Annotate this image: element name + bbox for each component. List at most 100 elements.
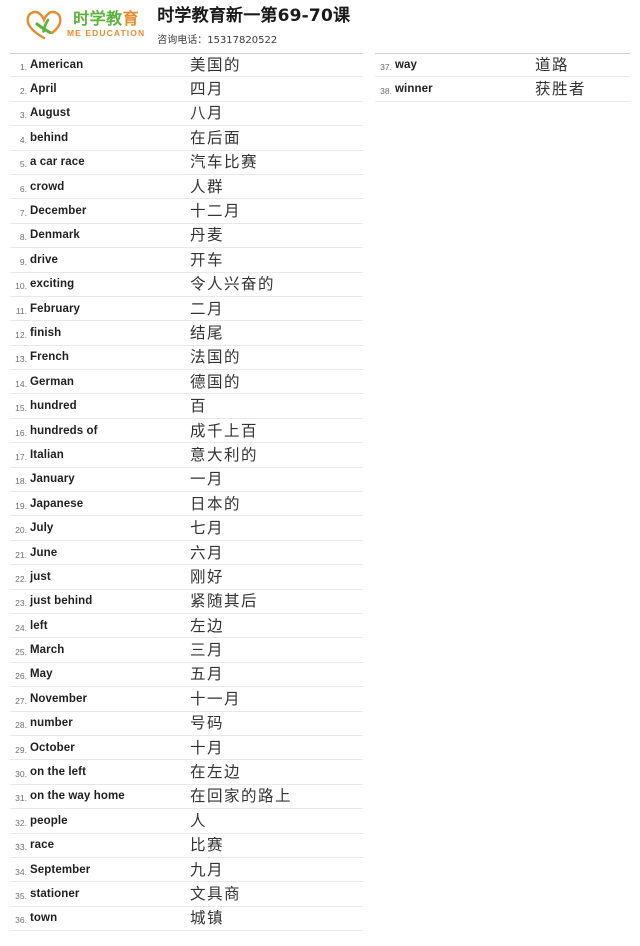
- vocabulary-term-english: winner: [395, 83, 433, 96]
- brand-logo-cn-green: 时学教: [73, 8, 123, 28]
- vocabulary-term-chinese: 令人兴奋的: [190, 275, 276, 294]
- vocabulary-term-chinese: 五月: [190, 665, 225, 684]
- vocabulary-term-chinese: 法国的: [190, 348, 242, 367]
- vocabulary-term-chinese: 结尾: [190, 323, 225, 342]
- vocabulary-term-english: exciting: [30, 278, 75, 291]
- vocabulary-row: 11. February 二月: [10, 297, 363, 322]
- vocabulary-row: 25. March 三月: [10, 638, 363, 663]
- vocabulary-row: 1. American 美国的: [10, 53, 363, 78]
- vocabulary-term-english: May: [30, 668, 53, 681]
- vocabulary-term-english: Italian: [30, 448, 64, 461]
- vocabulary-term-english: race: [30, 839, 55, 852]
- vocabulary-row: 23. just behind 紧随其后: [10, 590, 363, 614]
- vocabulary-term-chinese: 在后面: [190, 128, 242, 147]
- vocabulary-term-chinese: 十二月: [190, 202, 242, 221]
- vocabulary-term-english: left: [30, 619, 48, 632]
- vocabulary-row-number: 27.: [15, 695, 27, 706]
- vocabulary-term-english: French: [30, 351, 69, 364]
- vocabulary-term-chinese: 成千上百: [190, 421, 259, 440]
- vocabulary-row: 38. winner 获胜者: [375, 77, 630, 102]
- vocabulary-term-english: January: [30, 473, 75, 486]
- vocabulary-row-number: 10.: [15, 281, 27, 292]
- vocabulary-row: 10. exciting 令人兴奋的: [10, 273, 363, 297]
- vocabulary-row: 35. stationer 文具商: [10, 882, 363, 907]
- vocabulary-row-number: 22.: [15, 573, 27, 584]
- vocabulary-row-number: 37.: [380, 62, 392, 73]
- vocabulary-term-chinese: 开车: [190, 250, 225, 269]
- vocabulary-column-left: 1. American 美国的 2. April 四月 3. August 八月 4. behind…: [10, 53, 363, 932]
- vocabulary-term-english: July: [30, 522, 54, 535]
- vocabulary-term-english: on the way home: [30, 790, 125, 803]
- vocabulary-row-number: 33.: [15, 842, 27, 853]
- vocabulary-term-english: just behind: [30, 595, 93, 608]
- vocabulary-term-chinese: 人: [190, 811, 208, 830]
- vocabulary-row: 5. a car race 汽车比赛: [10, 151, 363, 175]
- vocabulary-term-chinese: 道路: [535, 56, 570, 75]
- brand-logo-cn: 时学教育: [73, 8, 139, 28]
- vocabulary-row: 29. October 十月: [10, 736, 363, 761]
- vocabulary-row-number: 6.: [19, 183, 27, 194]
- vocabulary-term-english: March: [30, 644, 65, 657]
- vocabulary-term-chinese: 四月: [190, 80, 225, 99]
- vocabulary-term-chinese: 紧随其后: [190, 592, 259, 611]
- vocabulary-row-number: 20.: [15, 525, 27, 536]
- vocabulary-term-chinese: 城镇: [190, 909, 225, 928]
- vocabulary-row: 26. May 五月: [10, 663, 363, 688]
- vocabulary-row: 9. drive 开车: [10, 248, 363, 273]
- vocabulary-row: 22. just 刚好: [10, 565, 363, 590]
- vocabulary-term-chinese: 日本的: [190, 494, 242, 513]
- vocabulary-row: 24. left 左边: [10, 614, 363, 639]
- heart-leaf-icon: [24, 7, 64, 41]
- vocabulary-term-chinese: 六月: [190, 543, 225, 562]
- page-title: 时学教育新一第69-70课: [157, 6, 351, 26]
- vocabulary-term-english: town: [30, 912, 58, 925]
- vocabulary-term-english: hundred: [30, 400, 77, 413]
- vocabulary-row-number: 34.: [15, 866, 27, 877]
- vocabulary-row-number: 5.: [19, 159, 27, 170]
- vocabulary-term-english: October: [30, 741, 75, 754]
- vocabulary-row-number: 32.: [15, 817, 27, 828]
- vocabulary-row-number: 29.: [15, 744, 27, 755]
- vocabulary-term-chinese: 八月: [190, 104, 225, 123]
- vocabulary-row: 33. race 比赛: [10, 834, 363, 858]
- vocabulary-term-english: June: [30, 546, 58, 559]
- vocabulary-row-number: 25.: [15, 647, 27, 658]
- vocabulary-term-english: Denmark: [30, 229, 80, 242]
- vocabulary-row-number: 35.: [15, 890, 27, 901]
- vocabulary-row-number: 17.: [15, 451, 27, 462]
- vocabulary-term-english: drive: [30, 253, 58, 266]
- page-header: 时学教育 ME EDUCATION 时学教育新一第69-70课 咨询电话：153…: [0, 0, 640, 53]
- vocabulary-row: 20. July 七月: [10, 516, 363, 541]
- vocabulary-term-chinese: 号码: [190, 714, 225, 733]
- vocabulary-row: 15. hundred 百: [10, 394, 363, 419]
- brand-logo: 时学教育 ME EDUCATION: [24, 7, 145, 41]
- vocabulary-row: 19. Japanese 日本的: [10, 492, 363, 517]
- vocabulary-row-number: 13.: [15, 354, 27, 365]
- vocabulary-row-number: 14.: [15, 378, 27, 389]
- vocabulary-term-chinese: 德国的: [190, 372, 242, 391]
- vocabulary-term-english: April: [30, 83, 57, 96]
- vocabulary-term-chinese: 二月: [190, 299, 225, 318]
- vocabulary-row: 37. way 道路: [375, 53, 630, 78]
- vocabulary-term-english: on the left: [30, 766, 87, 779]
- vocabulary-row: 17. Italian 意大利的: [10, 443, 363, 468]
- vocabulary-row: 12. finish 结尾: [10, 321, 363, 346]
- vocabulary-row: 30. on the left 在左边: [10, 760, 363, 785]
- vocabulary-term-chinese: 九月: [190, 860, 225, 879]
- vocabulary-term-english: August: [30, 107, 71, 120]
- vocabulary-row: 7. December 十二月: [10, 199, 363, 224]
- vocabulary-term-chinese: 十一月: [190, 689, 242, 708]
- vocabulary-term-english: way: [395, 59, 418, 72]
- vocabulary-row-number: 7.: [19, 208, 27, 219]
- vocabulary-term-english: finish: [30, 326, 62, 339]
- vocabulary-row-number: 24.: [15, 622, 27, 633]
- vocabulary-row: 28. number 号码: [10, 712, 363, 736]
- vocabulary-term-english: just: [30, 570, 51, 583]
- vocabulary-row-number: 18.: [15, 476, 27, 487]
- vocabulary-term-chinese: 一月: [190, 470, 225, 489]
- vocabulary-term-chinese: 意大利的: [190, 445, 259, 464]
- brand-logo-text: 时学教育 ME EDUCATION: [67, 8, 145, 38]
- vocabulary-row-number: 19.: [15, 500, 27, 511]
- vocabulary-row: 27. November 十一月: [10, 687, 363, 712]
- vocabulary-row-number: 31.: [15, 793, 27, 804]
